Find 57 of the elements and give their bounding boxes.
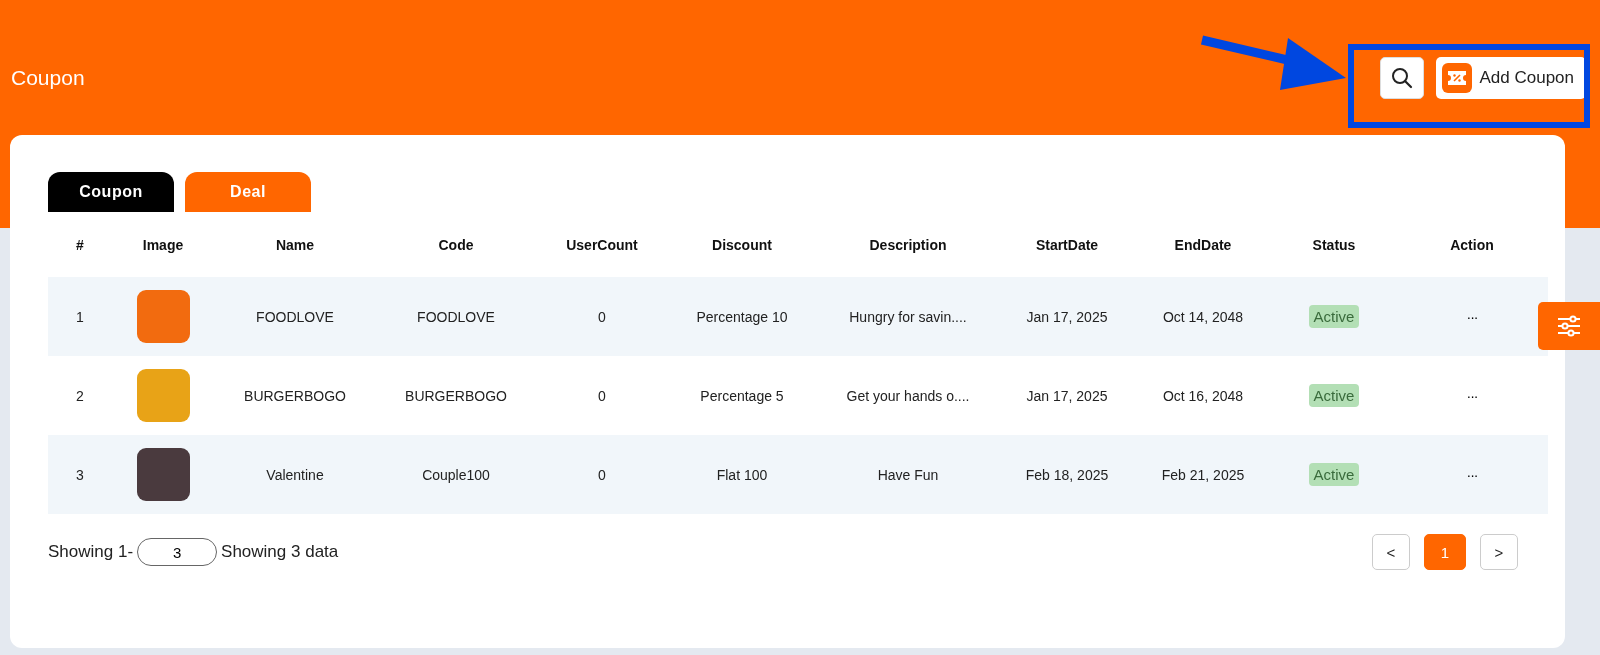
table-cell: Valentine bbox=[214, 435, 376, 514]
table-cell: Feb 18, 2025 bbox=[1000, 435, 1134, 514]
table-cell: Hungry for savin.... bbox=[816, 277, 1000, 356]
table-cell-text: Oct 16, 2048 bbox=[1161, 386, 1245, 406]
more-actions-button[interactable]: ··· bbox=[1462, 466, 1482, 483]
tab[interactable]: Coupon bbox=[48, 172, 174, 212]
column-header: UserCount bbox=[565, 235, 639, 255]
coupon-icon bbox=[1442, 62, 1473, 93]
table-cell: Oct 14, 2048 bbox=[1134, 277, 1272, 356]
column-header: Image bbox=[141, 235, 185, 255]
table-cell: 3 bbox=[48, 435, 112, 514]
more-actions-button[interactable]: ··· bbox=[1462, 308, 1482, 325]
column-header: Code bbox=[437, 235, 475, 255]
table-cell-text: 0 bbox=[597, 386, 607, 406]
column-header: # bbox=[75, 235, 85, 255]
column-header: EndDate bbox=[1173, 235, 1233, 255]
table-cell: 0 bbox=[536, 277, 668, 356]
column-header: Action bbox=[1449, 235, 1495, 255]
photo-placeholder bbox=[136, 369, 190, 422]
photo-placeholder bbox=[136, 290, 190, 343]
column-header: Status bbox=[1311, 235, 1357, 255]
page-size-field[interactable]: 3 bbox=[137, 538, 218, 566]
table-cell: 0 bbox=[536, 435, 668, 514]
filter-button[interactable] bbox=[1538, 302, 1600, 350]
column-header: Name bbox=[274, 235, 316, 255]
table-cell: Jan 17, 2025 bbox=[1000, 277, 1134, 356]
showing-total: Showing 3 data bbox=[221, 542, 339, 562]
table-cell-text: Get your hands o.... bbox=[845, 386, 971, 406]
previous-page-button[interactable]: < bbox=[1372, 534, 1410, 570]
more-actions-button[interactable]: ··· bbox=[1462, 387, 1482, 404]
add-coupon-button[interactable]: Add Coupon bbox=[1436, 56, 1586, 99]
table-cell-text: Percentage 5 bbox=[699, 386, 785, 406]
status-badge: Active bbox=[1308, 305, 1360, 328]
table-cell: Percentage 10 bbox=[668, 277, 816, 356]
column-header: StartDate bbox=[1034, 235, 1100, 255]
table-cell-text: Jan 17, 2025 bbox=[1025, 386, 1109, 406]
table-cell: Have Fun bbox=[816, 435, 1000, 514]
table-cell: Couple100 bbox=[376, 435, 536, 514]
status-badge: Active bbox=[1308, 463, 1360, 486]
table-cell-text: BURGERBOGO bbox=[404, 386, 508, 406]
photo-placeholder bbox=[136, 448, 190, 501]
sliders-icon bbox=[1556, 314, 1582, 338]
table-cell: FOODLOVE bbox=[214, 277, 376, 356]
status-badge: Active bbox=[1308, 384, 1360, 407]
next-page-button[interactable]: > bbox=[1480, 534, 1518, 570]
table-cell: Feb 21, 2025 bbox=[1134, 435, 1272, 514]
table-cell-text: BURGERBOGO bbox=[243, 386, 347, 406]
table-cell-text: 2 bbox=[75, 386, 85, 406]
search-button[interactable] bbox=[1380, 56, 1425, 99]
page-title: Coupon bbox=[11, 65, 85, 90]
table-cell: 1 bbox=[48, 277, 112, 356]
table-cell: FOODLOVE bbox=[376, 277, 536, 356]
table-cell: Flat 100 bbox=[668, 435, 816, 514]
column-header: Discount bbox=[711, 235, 773, 255]
showing-label: Showing 1- bbox=[48, 542, 134, 562]
search-icon bbox=[1391, 66, 1414, 89]
column-header: Description bbox=[868, 235, 948, 255]
